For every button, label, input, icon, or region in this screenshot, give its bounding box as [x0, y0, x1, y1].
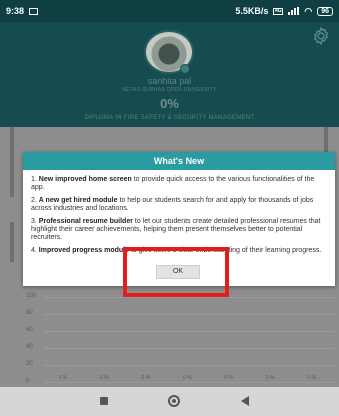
grid-line: [44, 297, 334, 298]
grid-line: [44, 382, 334, 383]
signal-icon: [288, 7, 300, 15]
y-tick-label: 40: [26, 344, 33, 350]
dialog-item-2: 2. A new get hired module to help our st…: [31, 197, 314, 212]
progress-percent: 0%: [160, 96, 179, 111]
dialog-item-4: 4. Improved progress module to give user…: [31, 247, 322, 254]
grid-line: [44, 314, 334, 315]
network-speed: 5.5KB/s: [235, 6, 269, 16]
grid-line: [44, 365, 334, 366]
x-tick-label: 0 %: [224, 375, 234, 381]
ok-button[interactable]: OK: [156, 265, 200, 279]
gear-icon[interactable]: [311, 26, 331, 46]
user-name: sanhita pal: [147, 76, 192, 86]
side-tab-left: [10, 127, 14, 197]
y-tick-label: 100: [26, 293, 37, 299]
status-time: 9:38: [6, 6, 25, 16]
dialog-item-3: 3. Professional resume builder to let ou…: [31, 218, 321, 241]
dialog-item-1: 1. New improved home screen to provide q…: [31, 176, 315, 191]
square-icon[interactable]: [100, 397, 108, 405]
y-tick-label: 60: [26, 327, 33, 333]
grid-line: [44, 348, 334, 349]
navigation-bar: [0, 387, 339, 416]
edit-avatar-icon[interactable]: [180, 64, 190, 74]
whats-new-dialog: What's New 1. New improved home screen t…: [23, 152, 335, 286]
status-bar: 9:38 5.5KB/s 4G ◠ 96: [0, 0, 339, 22]
x-tick-label: 0 %: [141, 375, 151, 381]
x-tick-label: 0 %: [307, 375, 316, 381]
dialog-title: What's New: [23, 152, 335, 170]
progress-chart: 100 80 60 40 20 0 0 % 0 % 0 % 0 % 0 % 0 % 0 %: [0, 287, 339, 387]
x-tick-label: 0 %: [183, 375, 192, 381]
status-indicators: 5.5KB/s 4G ◠ 96: [235, 6, 333, 17]
profile-header: sanhita pal NETAJI SUBHAS OPEN UNIVERSIT…: [0, 22, 339, 127]
battery-icon: 96: [317, 6, 333, 16]
back-triangle-icon[interactable]: [241, 396, 249, 406]
side-tab-left-lower: [10, 222, 14, 262]
y-tick-label: 80: [26, 310, 33, 316]
grid-line: [44, 331, 334, 332]
dialog-body: 1. New improved home screen to provide q…: [23, 170, 335, 255]
y-tick-label: 0: [26, 378, 30, 384]
x-tick-label: 0 %: [265, 375, 275, 381]
course-name: DIPLOMA IN FIRE SAFETY & SECURITY MANAGE…: [84, 115, 255, 121]
network-type-icon: 4G: [273, 7, 284, 15]
wifi-icon: ◠: [304, 5, 313, 16]
x-tick-label: 0 %: [100, 375, 109, 381]
gallery-notification-icon: [29, 7, 39, 15]
x-tick-label: 0 %: [58, 375, 68, 381]
y-tick-label: 20: [26, 361, 33, 367]
university-name: NETAJI SUBHAS OPEN UNIVERSITY: [122, 87, 217, 93]
circle-icon[interactable]: [168, 395, 180, 407]
